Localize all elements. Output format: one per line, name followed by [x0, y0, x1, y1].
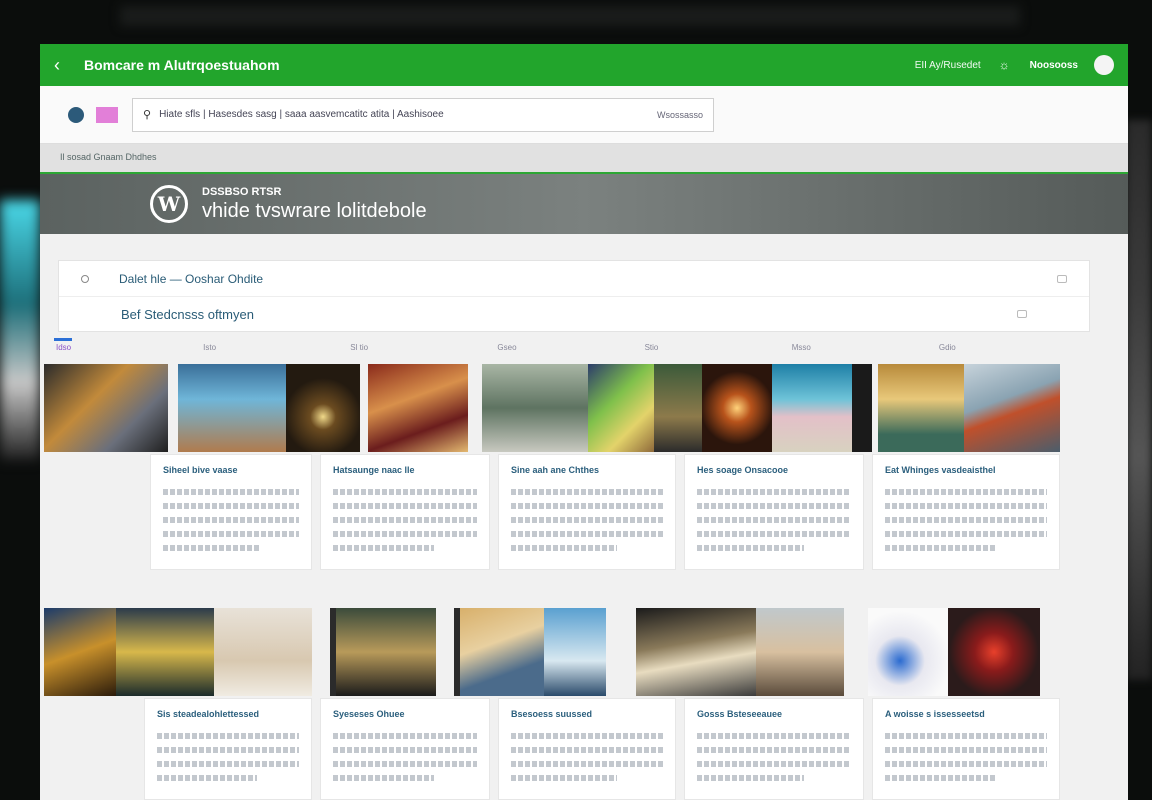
- thumbnail-image[interactable]: [460, 608, 544, 696]
- thumbnail-image[interactable]: [178, 364, 286, 452]
- gallery-tab[interactable]: Isto: [199, 338, 346, 356]
- article-card[interactable]: Siheel bive vaase: [150, 454, 312, 570]
- card-title[interactable]: Eat Whinges vasdeaisthel: [873, 455, 1059, 481]
- card-title[interactable]: Gosss Bsteseeauee: [685, 699, 863, 725]
- panel-row-2[interactable]: Bef Stedcnsss oftmyen: [59, 297, 1089, 331]
- panel-row-1[interactable]: Dalet hle — Ooshar Ohdite: [59, 261, 1089, 297]
- banner-title: vhide tvswrare lolitdebole: [202, 199, 427, 222]
- card-title[interactable]: Sine aah ane Chthes: [499, 455, 675, 481]
- app-title: Bomcare m Alutrqoestuahom: [84, 57, 280, 73]
- card-title[interactable]: Siheel bive vaase: [151, 455, 311, 481]
- scroll-indicator[interactable]: [54, 338, 72, 341]
- gallery-tab[interactable]: Msso: [788, 338, 935, 356]
- article-card[interactable]: Gosss Bsteseeauee: [684, 698, 864, 800]
- monitor-screen: ‹ Bomcare m Alutrqoestuahom EII Ay/Rused…: [40, 44, 1128, 800]
- gallery: Idso Isto Sl tio Gseo Stio Msso Gdio Sih…: [40, 338, 1128, 800]
- user-label[interactable]: Noosooss: [1030, 60, 1078, 71]
- thumbnail-image[interactable]: [214, 608, 312, 696]
- menu-icon[interactable]: [1017, 310, 1027, 318]
- thumbnail-image[interactable]: [948, 608, 1040, 696]
- thumbnail-image[interactable]: [336, 608, 436, 696]
- article-card[interactable]: Hatsaunge naac lle: [320, 454, 490, 570]
- article-card[interactable]: Sine aah ane Chthes: [498, 454, 676, 570]
- wordpress-logo-icon: W: [150, 185, 188, 223]
- background-glow-left: [0, 200, 40, 460]
- card-title[interactable]: Bsesoess suussed: [499, 699, 675, 725]
- card-title[interactable]: A woisse s issesseetsd: [873, 699, 1059, 725]
- banner-subtitle: DSSBSO RTSR: [202, 185, 282, 198]
- thumbnail-image[interactable]: [116, 608, 214, 696]
- thumbnail-image[interactable]: [878, 364, 964, 452]
- back-icon[interactable]: ‹: [54, 55, 78, 76]
- avatar[interactable]: [1094, 55, 1114, 75]
- panel-row-1-text: Dalet hle — Ooshar Ohdite: [119, 271, 264, 286]
- background-glow-right: [1126, 120, 1152, 680]
- gallery-tab[interactable]: Idso: [52, 338, 199, 356]
- thumbnail-image[interactable]: [636, 608, 756, 696]
- card-title[interactable]: Sis steadealohlettessed: [145, 699, 311, 725]
- thumbnail-image[interactable]: [44, 364, 168, 452]
- thumbnail-image[interactable]: [964, 364, 1060, 452]
- article-card[interactable]: Hes soage Onsacooe: [684, 454, 864, 570]
- thumbnail-image[interactable]: [588, 364, 654, 452]
- image-strip-row-1: [44, 364, 1060, 452]
- search-text: Hiate sfls | Hasesdes sasg | saaa aasvem…: [159, 109, 444, 120]
- panel-row-2-text: Bef Stedcnsss oftmyen: [121, 306, 254, 322]
- gallery-tab[interactable]: Gdio: [935, 338, 1082, 356]
- card-title[interactable]: Syeseses Ohuee: [321, 699, 489, 725]
- breadcrumb[interactable]: Il sosad Gnaam Dhdhes: [40, 144, 1128, 172]
- search-icon: ⚲: [143, 109, 152, 121]
- thumbnail-image[interactable]: [772, 364, 852, 452]
- search-scope[interactable]: Wsossasso: [657, 110, 703, 120]
- gallery-tabs: Idso Isto Sl tio Gseo Stio Msso Gdio: [52, 338, 1082, 356]
- card-title[interactable]: Hatsaunge naac lle: [321, 455, 489, 481]
- thumbnail-image[interactable]: [868, 608, 948, 696]
- site-logo-icon[interactable]: [68, 106, 84, 123]
- thumbnail-image[interactable]: [286, 364, 360, 452]
- thumbnail-image[interactable]: [44, 608, 116, 696]
- thumbnail-image[interactable]: [482, 364, 588, 452]
- brand-badge-icon[interactable]: [96, 106, 118, 123]
- article-card[interactable]: A woisse s issesseetsd: [872, 698, 1060, 800]
- search-input[interactable]: ⚲ Hiate sfls | Hasesdes sasg | saaa aasv…: [132, 97, 714, 132]
- article-card[interactable]: Eat Whinges vasdeaisthel: [872, 454, 1060, 570]
- expand-icon[interactable]: [1057, 274, 1067, 283]
- notifications-icon[interactable]: ☼: [999, 58, 1010, 72]
- thumbnail-image[interactable]: [702, 364, 772, 452]
- toolbar: ⚲ Hiate sfls | Hasesdes sasg | saaa aasv…: [40, 86, 1128, 144]
- gallery-tab[interactable]: Sl tio: [346, 338, 493, 356]
- thumbnail-image[interactable]: [654, 364, 702, 452]
- status-text: EII Ay/Rusedet: [914, 59, 981, 71]
- article-card[interactable]: Syeseses Ohuee: [320, 698, 490, 800]
- background-blur-top: [120, 6, 1020, 26]
- thumbnail-image[interactable]: [756, 608, 844, 696]
- hero-banner: W DSSBSO RTSR vhide tvswrare lolitdebole: [40, 172, 1128, 234]
- article-card[interactable]: Bsesoess suussed: [498, 698, 676, 800]
- thumbnail-image[interactable]: [544, 608, 606, 696]
- gallery-tab[interactable]: Stio: [641, 338, 788, 356]
- app-bar: ‹ Bomcare m Alutrqoestuahom EII Ay/Rused…: [40, 44, 1128, 86]
- info-panel: Dalet hle — Ooshar Ohdite Bef Stedcnsss …: [58, 260, 1090, 332]
- image-strip-row-2: [44, 608, 1060, 696]
- article-card[interactable]: Sis steadealohlettessed: [144, 698, 312, 800]
- gallery-tab[interactable]: Gseo: [493, 338, 640, 356]
- card-title[interactable]: Hes soage Onsacooe: [685, 455, 863, 481]
- radio-icon[interactable]: [81, 274, 89, 283]
- thumbnail-image[interactable]: [368, 364, 468, 452]
